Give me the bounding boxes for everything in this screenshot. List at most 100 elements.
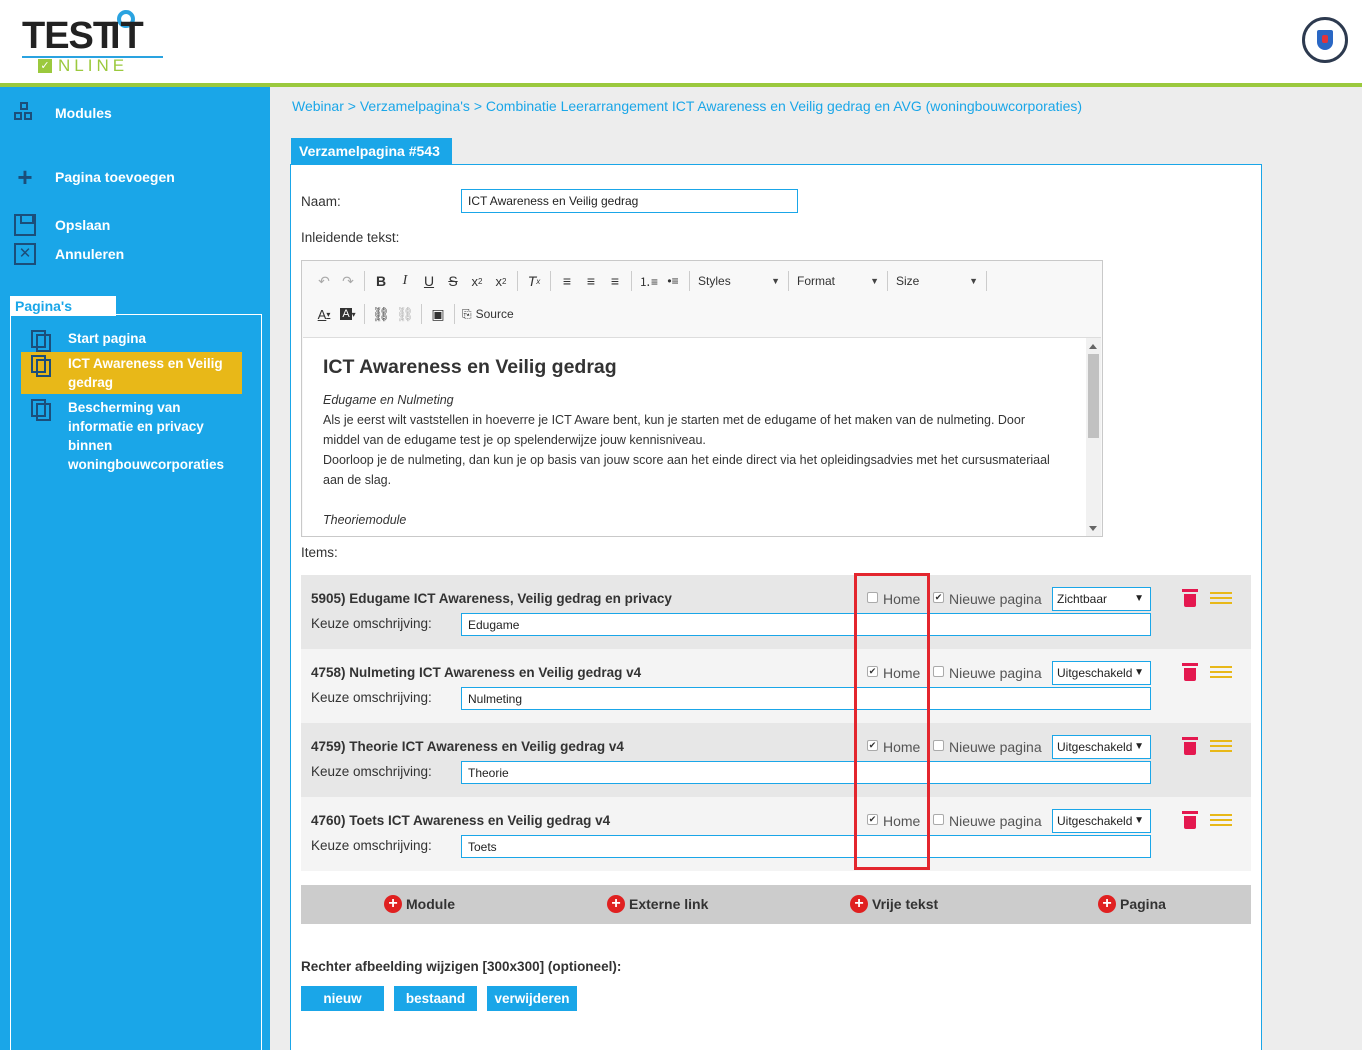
breadcrumb-webinar[interactable]: Webinar <box>292 98 344 114</box>
testit-online-logo[interactable]: TEST IT ✓ NLINE <box>22 10 167 75</box>
page-item-bescherming[interactable]: Bescherming van informatie en privacy bi… <box>21 396 242 476</box>
plus-circle-icon: + <box>1098 895 1116 913</box>
editor-subheading: Theoriemodule <box>323 513 407 527</box>
editor-scrollbar[interactable] <box>1086 338 1101 536</box>
image-icon[interactable]: ▣ <box>426 302 450 326</box>
caret-down-icon: ▼ <box>1134 593 1144 604</box>
align-center-icon[interactable]: ≡ <box>579 269 603 293</box>
item-title: 5905) Edugame ICT Awareness, Veilig gedr… <box>311 591 672 606</box>
drag-handle-icon[interactable] <box>1210 592 1232 604</box>
text-color-icon[interactable]: A ▾ <box>312 302 336 326</box>
existing-image-button[interactable]: bestaand <box>394 986 477 1011</box>
italic-button[interactable]: I <box>393 269 417 293</box>
item-row: 4759) Theorie ICT Awareness en Veilig ge… <box>301 723 1251 797</box>
breadcrumb-verzamelpaginas[interactable]: Verzamelpagina's <box>360 98 470 114</box>
subscript-button[interactable]: x2 <box>465 269 489 293</box>
add-page-button[interactable]: + Pagina <box>1098 895 1166 913</box>
item-row: 4758) Nulmeting ICT Awareness en Veilig … <box>301 649 1251 723</box>
new-page-checkbox[interactable] <box>933 740 944 751</box>
home-checkbox[interactable] <box>867 740 878 751</box>
source-button[interactable]: ⎘ Source <box>459 302 517 326</box>
scroll-up-icon[interactable] <box>1089 344 1097 349</box>
background-color-icon[interactable]: A ▾ <box>336 302 360 326</box>
user-avatar[interactable] <box>1302 17 1348 63</box>
add-free-text-button[interactable]: + Vrije tekst <box>850 895 938 913</box>
rich-text-editor: ↶ ↷ B I U S x2 x2 Tx ≡ ≡ ≡ ⒈≡ •≡ Styles … <box>301 260 1103 537</box>
intro-label: Inleidende tekst: <box>301 230 400 245</box>
align-left-icon[interactable]: ≡ <box>555 269 579 293</box>
size-dropdown[interactable]: Size ▼ <box>892 269 982 293</box>
caret-down-icon: ▼ <box>1134 667 1144 678</box>
item-title: 4760) Toets ICT Awareness en Veilig gedr… <box>311 813 611 828</box>
visibility-select[interactable]: Zichtbaar ▼ <box>1052 587 1151 611</box>
visibility-select-value: Uitgeschakeld <box>1057 740 1133 754</box>
sidebar-item-label: Modules <box>55 105 112 121</box>
home-checkbox-label: Home <box>883 665 921 681</box>
editor-content-area[interactable]: ICT Awareness en Veilig gedrag Edugame e… <box>303 337 1101 536</box>
visibility-select[interactable]: Uitgeschakeld ▼ <box>1052 809 1151 833</box>
remove-image-button[interactable]: verwijderen <box>487 986 577 1011</box>
keuze-input[interactable] <box>461 835 1151 858</box>
numbered-list-icon[interactable]: ⒈≡ <box>636 269 661 293</box>
redo-icon[interactable]: ↷ <box>336 269 360 293</box>
trash-icon[interactable] <box>1182 811 1198 829</box>
logo-text-it: IT <box>110 15 144 57</box>
sidebar-item-save[interactable]: Opslaan <box>14 212 110 238</box>
remove-format-icon[interactable]: Tx <box>522 269 546 293</box>
visibility-select[interactable]: Uitgeschakeld ▼ <box>1052 661 1151 685</box>
caret-down-icon: ▼ <box>1134 815 1144 826</box>
strikethrough-button[interactable]: S <box>441 269 465 293</box>
new-page-checkbox[interactable] <box>933 592 944 603</box>
home-checkbox[interactable] <box>867 666 878 677</box>
link-icon[interactable]: ⛓ <box>369 302 393 326</box>
bullet-list-icon[interactable]: •≡ <box>661 269 685 293</box>
unlink-icon[interactable]: ⛓ <box>393 302 417 326</box>
styles-dropdown[interactable]: Styles ▼ <box>694 269 784 293</box>
drag-handle-icon[interactable] <box>1210 666 1232 678</box>
drag-handle-icon[interactable] <box>1210 814 1232 826</box>
trash-icon[interactable] <box>1182 589 1198 607</box>
sidebar-item-cancel[interactable]: ✕ Annuleren <box>14 241 124 267</box>
add-module-button[interactable]: + Module <box>384 895 455 913</box>
add-page-label: Pagina <box>1120 896 1166 912</box>
new-page-checkbox[interactable] <box>933 814 944 825</box>
visibility-select[interactable]: Uitgeschakeld ▼ <box>1052 735 1151 759</box>
scroll-down-icon[interactable] <box>1089 526 1097 531</box>
keuze-label: Keuze omschrijving: <box>311 838 432 853</box>
undo-icon[interactable]: ↶ <box>312 269 336 293</box>
keuze-input[interactable] <box>461 687 1151 710</box>
keuze-label: Keuze omschrijving: <box>311 690 432 705</box>
sidebar-item-label: Annuleren <box>55 246 125 262</box>
breadcrumb-current[interactable]: Combinatie Leerarrangement ICT Awareness… <box>486 98 1082 114</box>
home-checkbox[interactable] <box>867 592 878 603</box>
trash-icon[interactable] <box>1182 663 1198 681</box>
editor-toolbar-row-2: A ▾ A ▾ ⛓ ⛓ ▣ ⎘ Source <box>312 301 517 327</box>
sidebar-item-add-page[interactable]: + Pagina toevoegen <box>14 164 174 190</box>
align-right-icon[interactable]: ≡ <box>603 269 627 293</box>
new-page-checkbox-label: Nieuwe pagina <box>949 739 1042 755</box>
item-row: 4760) Toets ICT Awareness en Veilig gedr… <box>301 797 1251 871</box>
home-checkbox-label: Home <box>883 739 921 755</box>
chevron-down-icon: ▼ <box>969 276 979 286</box>
add-external-link-label: Externe link <box>629 896 709 912</box>
sidebar-item-modules[interactable]: Modules <box>14 100 112 126</box>
underline-button[interactable]: U <box>417 269 441 293</box>
page-item-start[interactable]: Start pagina <box>21 327 242 353</box>
keuze-input[interactable] <box>461 761 1151 784</box>
new-page-checkbox[interactable] <box>933 666 944 677</box>
home-checkbox[interactable] <box>867 814 878 825</box>
trash-icon[interactable] <box>1182 737 1198 755</box>
new-page-checkbox-label: Nieuwe pagina <box>949 591 1042 607</box>
format-dropdown-label: Format <box>797 274 836 288</box>
editor-paragraph: Als je eerst wilt vaststellen in hoeverr… <box>323 413 1025 447</box>
add-external-link-button[interactable]: + Externe link <box>607 895 708 913</box>
bold-button[interactable]: B <box>369 269 393 293</box>
page-item-ict-awareness[interactable]: ICT Awareness en Veilig gedrag <box>21 352 242 394</box>
format-dropdown[interactable]: Format ▼ <box>793 269 883 293</box>
new-image-button[interactable]: nieuw <box>301 986 384 1011</box>
naam-input[interactable] <box>461 189 798 213</box>
superscript-button[interactable]: x2 <box>489 269 513 293</box>
keuze-input[interactable] <box>461 613 1151 636</box>
scrollbar-thumb[interactable] <box>1088 354 1099 438</box>
drag-handle-icon[interactable] <box>1210 740 1232 752</box>
